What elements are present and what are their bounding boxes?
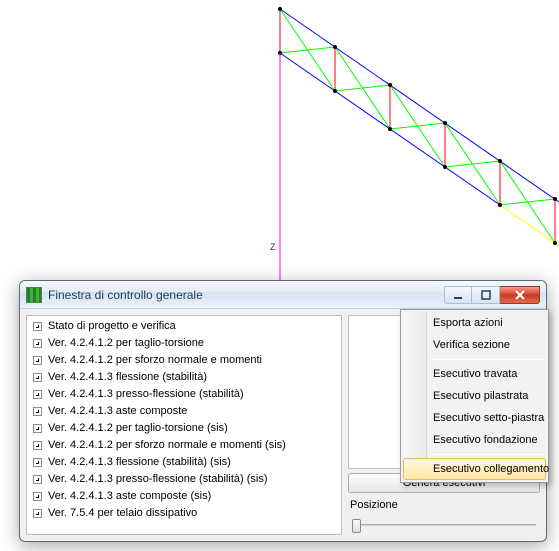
menu-item-label: Verifica sezione <box>433 339 510 351</box>
tree-item[interactable]: Stato di progetto e verifica <box>27 318 341 335</box>
menu-item[interactable]: Esecutivo travata <box>403 363 546 385</box>
close-button[interactable] <box>500 286 540 304</box>
expand-icon[interactable] <box>33 322 42 331</box>
context-menu: Esporta azioni Verifica sezione Esecutivo … <box>400 309 549 483</box>
tree-item-label: Ver. 4.2.4.1.3 aste composte (sis) <box>48 489 211 504</box>
tree-item-label: Ver. 4.2.4.1.2 per taglio-torsione <box>48 336 204 351</box>
minimize-button[interactable] <box>444 286 472 304</box>
expand-icon[interactable] <box>33 407 42 416</box>
menu-item-label: Esecutivo fondazione <box>433 434 538 446</box>
menu-item-label: Esecutivo pilastrata <box>433 390 528 402</box>
app-icon <box>26 287 42 303</box>
tree-item-label: Ver. 4.2.4.1.3 aste composte <box>48 404 187 419</box>
truss-diagram: Z <box>0 0 559 300</box>
menu-item[interactable]: Esporta azioni <box>403 312 546 334</box>
tree-item-label: Ver. 4.2.4.1.3 flessione (stabilità) (si… <box>48 455 231 470</box>
menu-item[interactable]: Esecutivo setto-piastra <box>403 407 546 429</box>
tree-item[interactable]: Ver. 7.5.4 per telaio dissipativo <box>27 505 341 522</box>
tree-item-label: Ver. 7.5.4 per telaio dissipativo <box>48 506 197 521</box>
expand-icon[interactable] <box>33 492 42 501</box>
axis-z-label: Z <box>270 242 276 252</box>
truss-bottom-chord <box>280 53 500 205</box>
position-slider[interactable] <box>348 515 540 535</box>
expand-icon[interactable] <box>33 373 42 382</box>
tree-item-label: Ver. 4.2.4.1.3 flessione (stabilità) <box>48 370 207 385</box>
expand-icon[interactable] <box>33 424 42 433</box>
tree-panel[interactable]: Stato di progetto e verifica Ver. 4.2.4.1… <box>26 315 342 535</box>
menu-item[interactable]: Esecutivo pilastrata <box>403 385 546 407</box>
menu-separator <box>431 359 544 360</box>
truss-bottom-chord-yellow <box>500 205 559 246</box>
tree-item[interactable]: Ver. 4.2.4.1.3 aste composte <box>27 403 341 420</box>
position-label: Posizione <box>348 497 540 511</box>
tree-item-label: Stato di progetto e verifica <box>48 319 176 334</box>
menu-item-label: Esporta azioni <box>433 317 503 329</box>
menu-item[interactable]: Esecutivo collegamento <box>403 458 546 480</box>
expand-icon[interactable] <box>33 339 42 348</box>
truss-top-chord <box>280 9 559 202</box>
menu-item[interactable]: Verifica sezione <box>403 334 546 356</box>
tree-item[interactable]: Ver. 4.2.4.1.2 per sforzo normale e mome… <box>27 352 341 369</box>
tree-item-label: Ver. 4.2.4.1.2 per sforzo normale e mome… <box>48 353 262 368</box>
menu-separator <box>431 454 544 455</box>
menu-item-label: Esecutivo travata <box>433 368 517 380</box>
expand-icon[interactable] <box>33 458 42 467</box>
menu-item-label: Esecutivo collegamento <box>433 463 549 475</box>
expand-icon[interactable] <box>33 475 42 484</box>
titlebar[interactable]: Finestra di controllo generale <box>20 281 546 309</box>
maximize-button[interactable] <box>472 286 500 304</box>
menu-item[interactable]: Esecutivo fondazione <box>403 429 546 451</box>
menu-item-label: Esecutivo setto-piastra <box>433 412 544 424</box>
tree-item[interactable]: Ver. 4.2.4.1.3 aste composte (sis) <box>27 488 341 505</box>
tree-item[interactable]: Ver. 4.2.4.1.3 presso-flessione (stabili… <box>27 386 341 403</box>
expand-icon[interactable] <box>33 441 42 450</box>
tree-item-label: Ver. 4.2.4.1.2 per taglio-torsione (sis) <box>48 421 228 436</box>
tree-item[interactable]: Ver. 4.2.4.1.3 flessione (stabilità) <box>27 369 341 386</box>
tree-item[interactable]: Ver. 4.2.4.1.2 per taglio-torsione (sis) <box>27 420 341 437</box>
window-title: Finestra di controllo generale <box>48 288 444 302</box>
tree-item[interactable]: Ver. 4.2.4.1.2 per sforzo normale e mome… <box>27 437 341 454</box>
tree-item-label: Ver. 4.2.4.1.3 presso-flessione (stabili… <box>48 472 267 487</box>
expand-icon[interactable] <box>33 390 42 399</box>
tree-item-label: Ver. 4.2.4.1.2 per sforzo normale e mome… <box>48 438 286 453</box>
tree-item[interactable]: Ver. 4.2.4.1.3 presso-flessione (stabili… <box>27 471 341 488</box>
expand-icon[interactable] <box>33 356 42 365</box>
expand-icon[interactable] <box>33 509 42 518</box>
tree-item-label: Ver. 4.2.4.1.3 presso-flessione (stabili… <box>48 387 244 402</box>
tree-item[interactable]: Ver. 4.2.4.1.2 per taglio-torsione <box>27 335 341 352</box>
tree-item[interactable]: Ver. 4.2.4.1.3 flessione (stabilità) (si… <box>27 454 341 471</box>
